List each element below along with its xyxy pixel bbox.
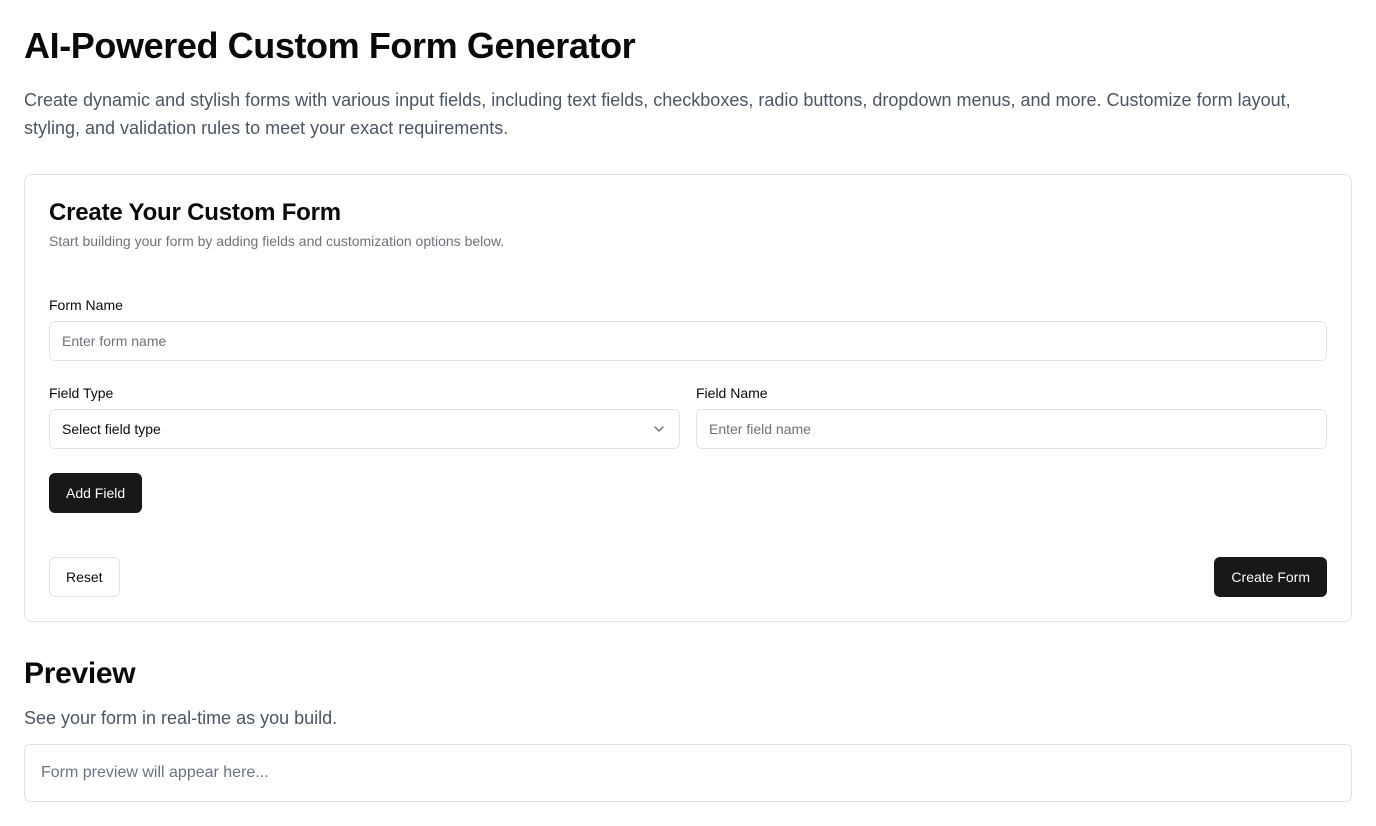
card-title: Create Your Custom Form xyxy=(49,199,341,226)
form-name-group: Form Name xyxy=(49,295,1327,361)
field-type-select[interactable]: Select field type xyxy=(49,409,680,449)
field-name-label: Field Name xyxy=(696,385,768,401)
field-name-group: Field Name xyxy=(696,383,1327,449)
form-builder-card: Create Your Custom Form Start building y… xyxy=(24,174,1352,622)
field-config-row: Field Type Select field type Field Name xyxy=(49,383,1327,449)
add-field-button[interactable]: Add Field xyxy=(49,473,143,513)
page: AI-Powered Custom Form Generator Create … xyxy=(0,0,1376,802)
form-name-input[interactable] xyxy=(49,321,1327,361)
field-name-input[interactable] xyxy=(696,409,1327,449)
preview-description: See your form in real-time as you build. xyxy=(24,708,338,728)
preview-title: Preview xyxy=(24,657,136,690)
card-footer: Reset Create Form xyxy=(49,557,1327,597)
create-form-button[interactable]: Create Form xyxy=(1214,557,1327,597)
card-subtitle: Start building your form by adding field… xyxy=(49,233,505,249)
form-preview-area: Form preview will appear here... xyxy=(24,744,1352,802)
field-type-label: Field Type xyxy=(49,385,114,401)
field-type-selected: Select field type xyxy=(62,421,161,437)
chevron-down-icon xyxy=(651,421,667,437)
reset-button[interactable]: Reset xyxy=(49,557,120,597)
form-name-label: Form Name xyxy=(49,297,123,313)
preview-placeholder: Form preview will appear here... xyxy=(41,764,269,781)
page-description: Create dynamic and stylish forms with va… xyxy=(24,90,1291,138)
add-field-wrapper: Add Field xyxy=(49,473,1327,513)
field-type-group: Field Type Select field type xyxy=(49,383,680,449)
page-title: AI-Powered Custom Form Generator xyxy=(24,25,636,66)
